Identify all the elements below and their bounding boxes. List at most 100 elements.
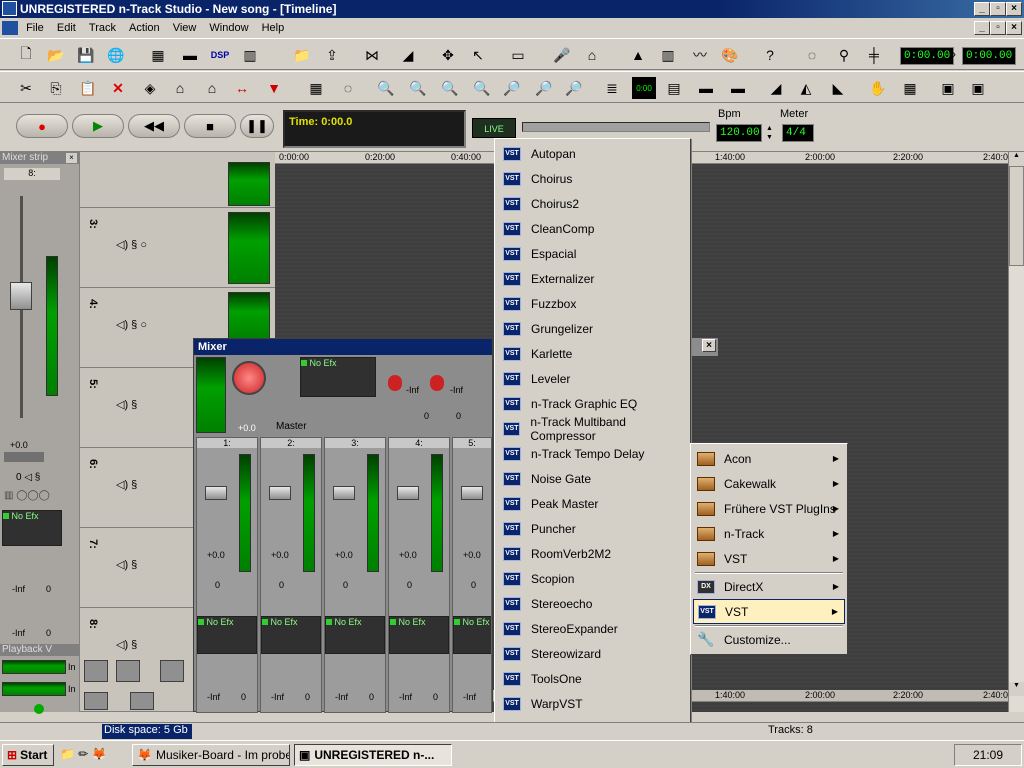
zoom-fit-icon[interactable]: 🔎 (532, 77, 556, 99)
loop-icon[interactable]: ▭ (506, 44, 530, 66)
vst-menu-item[interactable]: VST n-Track Graphic EQ (497, 391, 688, 416)
probe-icon[interactable]: ⚲ (832, 44, 856, 66)
move-icon[interactable]: ✥ (436, 44, 460, 66)
paste-icon[interactable]: 📋 (76, 77, 100, 99)
vst-menu-item[interactable]: VST Fuzzbox (497, 291, 688, 316)
vst-menu-item[interactable]: VST Choirus2 (497, 191, 688, 216)
copy-icon[interactable]: ⎘ (44, 77, 68, 99)
live-button[interactable]: LIVE (472, 118, 516, 138)
vst-menu-item[interactable]: VST Karlette (497, 341, 688, 366)
vst-menu-item[interactable]: VST ToolsOne (497, 666, 688, 691)
vst-menu-item[interactable]: VST Externalizer (497, 266, 688, 291)
record-track-icon[interactable]: ▬ (726, 77, 750, 99)
metronome-icon[interactable]: ▲ (626, 44, 650, 66)
zoom-v-in-icon[interactable]: 🔍 (438, 77, 462, 99)
vst-menu-item[interactable]: VST n-Track Tempo Delay (497, 441, 688, 466)
channel-efx-box[interactable]: No Efx (453, 616, 491, 654)
vst-menu-item[interactable]: VST Stereoecho (497, 591, 688, 616)
add-track-icon[interactable] (84, 660, 108, 682)
loop-lasso-icon[interactable]: ◌ (336, 77, 360, 99)
quicklaunch-icons[interactable]: 📁 ✏ 🦊 (60, 747, 107, 761)
vst-menu-item[interactable]: VST Choirus (497, 166, 688, 191)
vst-menu-item[interactable]: VST StereoExpander (497, 616, 688, 641)
zoom-sel-icon[interactable]: 🔎 (500, 77, 524, 99)
master-pan-knob-a[interactable] (388, 375, 402, 391)
submenu-item-vst-folder[interactable]: VST ▶ (693, 546, 845, 571)
vst-menu-item[interactable]: VST Grungelizer (497, 316, 688, 341)
mixer-icon[interactable]: ╪ (862, 44, 886, 66)
menu-action[interactable]: Action (124, 22, 165, 34)
task-ntrack[interactable]: ▣ UNREGISTERED n-... (294, 744, 452, 766)
channel-fader[interactable] (269, 486, 291, 500)
automation-icon[interactable]: ▬ (694, 77, 718, 99)
submenu-item-ntrack[interactable]: n-Track ▶ (693, 521, 845, 546)
submenu-item-directx[interactable]: DX DirectX ▶ (693, 574, 845, 599)
zoom-in-icon[interactable]: 🔍 (374, 77, 398, 99)
vst-menu-item[interactable]: VST RoomVerb2M2 (497, 541, 688, 566)
track-controls[interactable]: ◁) § (116, 478, 137, 491)
scroll-down-icon[interactable]: ▼ (1009, 682, 1024, 696)
submenu-item-vst[interactable]: VST VST ▶ (693, 599, 845, 624)
fade-in-icon[interactable]: ◢ (764, 77, 788, 99)
move-track-icon[interactable] (84, 692, 108, 710)
submenu-item-acon[interactable]: Acon ▶ (693, 446, 845, 471)
task-musiker-board[interactable]: 🦊Musiker-Board - Im prober... (132, 744, 290, 766)
grid-icon[interactable]: ▦ (304, 77, 328, 99)
track-settings-icon[interactable] (130, 692, 154, 710)
master-pan-knob-b[interactable] (430, 375, 444, 391)
vst-menu-item[interactable]: VST Stereowizard (497, 641, 688, 666)
vst-menu-item[interactable]: VST CleanComp (497, 216, 688, 241)
bpm-field[interactable]: 120.00 (716, 124, 762, 142)
dsp-icon[interactable]: DSP (208, 44, 232, 66)
mixer-close-button[interactable]: × (702, 339, 716, 352)
panel-icon[interactable]: ▦ (146, 44, 170, 66)
zoom-all-icon[interactable]: 🔎 (562, 77, 586, 99)
track-controls[interactable]: ◁) § (116, 398, 137, 411)
vst-menu-item[interactable]: VST Scopion (497, 566, 688, 591)
cut-icon[interactable]: ✂ (14, 77, 38, 99)
piano-icon[interactable]: ▥ (656, 44, 680, 66)
crossfade-icon[interactable]: ⋈ (360, 44, 384, 66)
track-row[interactable]: 3: ◁) § ○ (80, 208, 275, 288)
fade-both-icon[interactable]: ◭ (794, 77, 818, 99)
zoom-out-icon[interactable]: 🔍 (406, 77, 430, 99)
menu-view[interactable]: View (168, 22, 202, 34)
table-icon[interactable]: ▦ (898, 77, 922, 99)
mixer-strip-close-icon[interactable]: × (66, 153, 77, 163)
export-icon[interactable]: ⇪ (320, 44, 344, 66)
vst-menu-item[interactable]: VST WarpVST (497, 691, 688, 716)
track-controls[interactable]: ◁) § (116, 558, 137, 571)
submenu-item-fruhere-vst[interactable]: Frühere VST PlugIns ▶ (693, 496, 845, 521)
delete-icon[interactable]: ✕ (106, 77, 130, 99)
channel-fader[interactable] (461, 486, 483, 500)
vst-menu-item[interactable]: VST Autopan (497, 141, 688, 166)
midi-icon[interactable]: ⌂ (580, 44, 604, 66)
bpm-spinner[interactable]: ▲ ▼ (766, 124, 778, 142)
submenu-item-customize[interactable]: 🔧 Customize... (693, 627, 845, 652)
channel-efx-box[interactable]: No Efx (325, 616, 385, 654)
globe-icon[interactable]: 🌐 (104, 44, 128, 66)
vst-menu-item[interactable]: VST Leveler (497, 366, 688, 391)
submenu-item-cakewalk[interactable]: Cakewalk ▶ (693, 471, 845, 496)
tracks-view-icon[interactable]: ▤ (662, 77, 686, 99)
play-button[interactable]: ▶ (72, 114, 124, 138)
vertical-scrollbar[interactable]: ▲ ▼ (1008, 152, 1024, 712)
split-icon[interactable]: ⌂ (168, 77, 192, 99)
settings-icon[interactable]: ▣ (936, 77, 960, 99)
master-efx-box[interactable]: No Efx (300, 357, 376, 397)
menu-edit[interactable]: Edit (52, 22, 81, 34)
strip-efx-box[interactable]: No Efx (2, 510, 62, 546)
channel-fader[interactable] (205, 486, 227, 500)
wave-edit-icon[interactable]: 〰 (688, 44, 712, 66)
scroll-up-icon[interactable]: ▲ (1009, 152, 1024, 166)
save-icon[interactable]: 💾 (74, 44, 98, 66)
list-icon[interactable]: ≣ (600, 77, 624, 99)
vst-menu-item[interactable]: VST Puncher (497, 516, 688, 541)
rewind-button[interactable]: ◀◀ (128, 114, 180, 138)
strip-knobs[interactable]: ▥ ◯◯◯ (4, 490, 50, 501)
record-button[interactable]: ● (16, 114, 68, 138)
zoom-v-out-icon[interactable]: 🔍 (470, 77, 494, 99)
open-icon[interactable]: 📂 (44, 44, 68, 66)
menu-help[interactable]: Help (257, 22, 290, 34)
waveform-icon[interactable]: ▬ (178, 44, 202, 66)
